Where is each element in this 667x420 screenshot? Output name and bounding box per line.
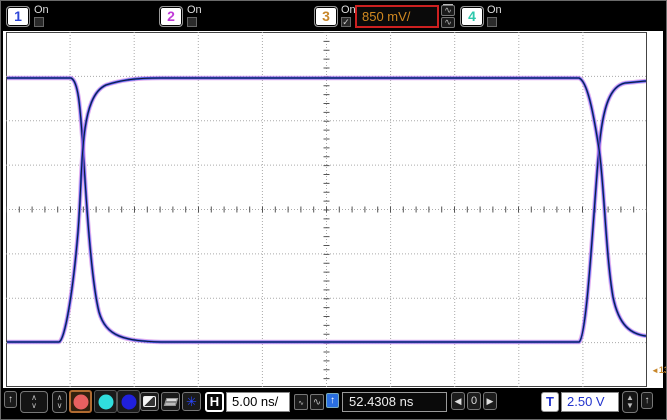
channel-1-button[interactable]: 1: [6, 6, 30, 27]
delay-zero-button[interactable]: 0: [467, 392, 481, 410]
channel-3-scale-up-button[interactable]: ∿: [441, 4, 455, 16]
sine-compressed-icon: ∿: [298, 400, 304, 407]
channel-4-button[interactable]: 4: [460, 6, 484, 27]
sine-large-icon: ∿: [443, 4, 453, 15]
trigger-level-field[interactable]: 2.50 V: [561, 392, 619, 412]
up-arrow-icon: ↑: [8, 394, 13, 405]
channel-1-on-label: On: [34, 4, 49, 16]
chevron-down-icon: ∨: [31, 401, 37, 410]
channel-4-on-label: On: [487, 4, 502, 16]
channel-4-checkbox[interactable]: [487, 17, 497, 27]
fine-spinner[interactable]: ∧ ∨: [52, 391, 67, 413]
timebase-field[interactable]: 5.00 ns/: [226, 392, 290, 412]
right-triangle-icon: ▶: [486, 396, 494, 406]
display-icon: [143, 396, 156, 407]
channel-3-on-label: On: [341, 4, 356, 16]
pointer-up-button[interactable]: ↑: [4, 391, 17, 408]
brightness-icon: ✳: [186, 394, 197, 409]
channel-3-checkbox[interactable]: ✓: [341, 17, 351, 27]
waveform-plot: [6, 32, 647, 387]
control-bar: ↑ ∧ ∨ ∧ ∨ ✳ H 5.00 ns/ ∿ ∿ ↑ 52.4308 ns: [1, 388, 666, 419]
channel-2-button[interactable]: 2: [159, 6, 183, 27]
oscilloscope-screen: 1 On 2 On 3 On ✓ 850 mV/ ∿ ∿ 4 On ◄1 ↑ ∧…: [0, 0, 667, 420]
delay-right-button[interactable]: ▶: [483, 392, 497, 410]
channel-bar: 1 On 2 On 3 On ✓ 850 mV/ ∿ ∿ 4 On: [1, 1, 666, 31]
channel-3-scale-field[interactable]: 850 mV/: [355, 5, 439, 28]
up-arrow-icon: ↑: [644, 395, 650, 406]
display-mode-button[interactable]: [140, 392, 159, 411]
delay-reference-button[interactable]: ↑: [326, 393, 339, 408]
ground-level-marker[interactable]: ◄13: [651, 365, 666, 375]
delay-left-button[interactable]: ◀: [451, 392, 465, 410]
trigger-slope-button[interactable]: ↑: [641, 392, 653, 409]
triangle-down-icon: ▼: [626, 401, 634, 410]
hscale-coarse-button[interactable]: ∿: [310, 394, 324, 410]
trigger-label: T: [541, 392, 559, 412]
channel-3-button[interactable]: 3: [314, 6, 338, 27]
chevron-down-icon: ∨: [56, 401, 63, 410]
left-triangle-icon: ◀: [454, 396, 462, 406]
sine-expanded-icon: ∿: [312, 397, 322, 408]
hscale-fine-button[interactable]: ∿: [294, 394, 308, 410]
delay-readout-field[interactable]: 52.4308 ns: [342, 392, 447, 412]
marker-label: 13: [658, 365, 666, 375]
coarse-spinner[interactable]: ∧ ∨: [20, 391, 48, 413]
channel-2-on-label: On: [187, 4, 202, 16]
channel-1-checkbox[interactable]: [34, 17, 44, 27]
clear-display-button[interactable]: [161, 392, 180, 411]
marker-left-arrow-icon: ◄: [651, 366, 659, 375]
horizontal-label: H: [205, 392, 224, 412]
graticule: [6, 32, 647, 387]
red-marker-button[interactable]: [69, 390, 92, 413]
trigger-level-spinner[interactable]: ▲ ▼: [622, 391, 638, 413]
blue-circle-icon: [121, 394, 136, 409]
channel-3-scale-down-button[interactable]: ∿: [441, 17, 455, 28]
channel-2-checkbox[interactable]: [187, 17, 197, 27]
eraser-icon: [163, 398, 178, 406]
intensity-button[interactable]: ✳: [182, 392, 201, 411]
blue-marker-button[interactable]: [117, 390, 140, 413]
cyan-marker-button[interactable]: [94, 390, 117, 413]
display-panel: ◄13: [3, 31, 666, 388]
up-arrow-icon: ↑: [330, 395, 335, 406]
sine-small-icon: ∿: [444, 17, 452, 27]
cyan-circle-icon: [98, 394, 113, 409]
red-circle-icon: [73, 394, 88, 409]
